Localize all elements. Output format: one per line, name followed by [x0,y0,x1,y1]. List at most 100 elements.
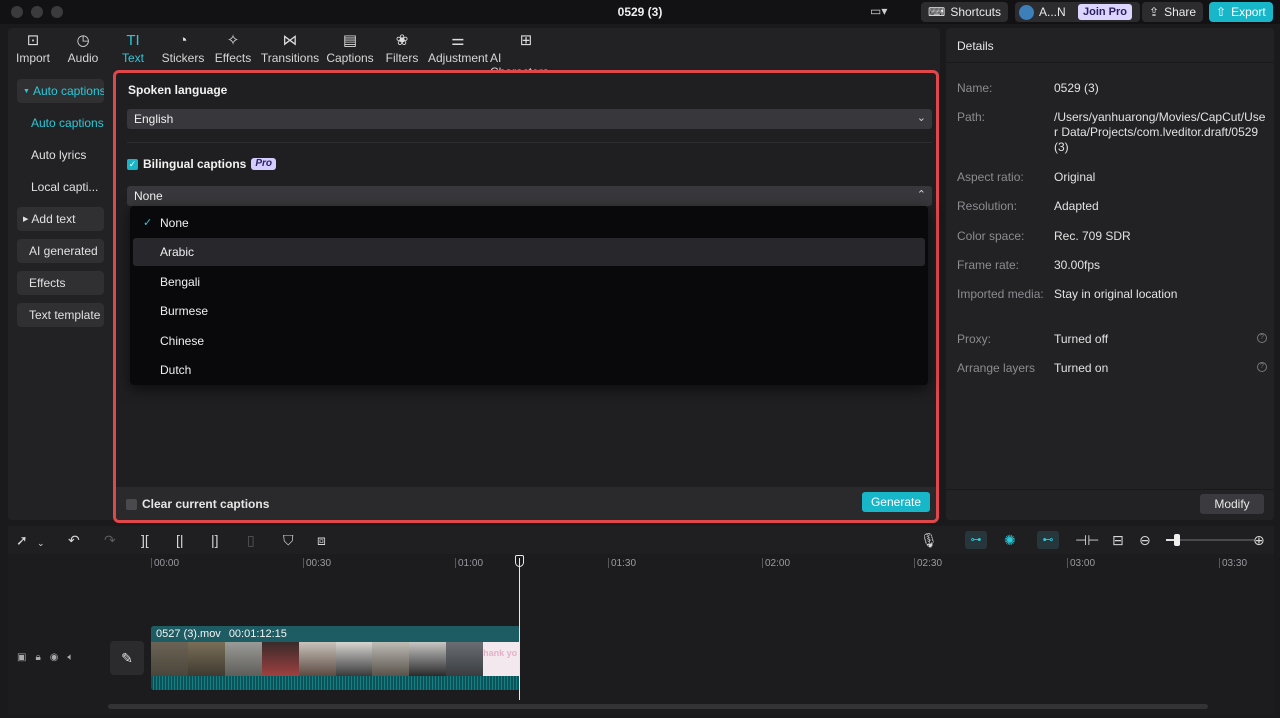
nav-add-text[interactable]: ▶ Add text [17,207,104,231]
option-bengali[interactable]: Bengali [133,268,925,296]
speaker-icon[interactable]: 🔈︎ [68,652,74,663]
captions-icon: ▤ [342,32,358,49]
zoom-slider-track[interactable] [1176,539,1254,541]
share-button[interactable]: ⇪ Share [1142,2,1204,22]
timeline[interactable]: 00:00 00:30 01:00 01:30 02:00 02:30 03:0… [8,554,1274,714]
tab-filters[interactable]: ❀ Filters [378,28,426,68]
import-icon: ⊡ [26,32,40,49]
caret-down-icon: ▼ [23,87,30,95]
ruler-label: 03:00 [1070,558,1096,569]
nav-text-template[interactable]: Text template [17,303,104,327]
tab-stickers[interactable]: ◔ Stickers [158,28,208,68]
pro-badge: Pro [251,158,277,170]
timeline-settings-icon[interactable]: ⊟ [1112,532,1124,548]
undo-icon[interactable]: ↶ [68,532,80,548]
nav-auto-captions-group[interactable]: ▼ Auto captions [17,79,104,103]
thumbnail [298,642,336,676]
thumbnail [372,642,410,676]
zoom-out-icon[interactable]: ⊖ [1139,532,1151,548]
details-panel: Details Name: 0529 (3) Path:/Users/yanhua… [946,28,1274,520]
export-button[interactable]: ⇧ Export [1209,2,1273,22]
ruler-label: 01:30 [611,558,637,569]
playhead[interactable] [519,558,520,700]
tab-ai-characters[interactable]: ⊞AI Characters [490,28,562,79]
video-clip[interactable]: 0527 (3).mov 00:01:12:15 hank yo [151,626,520,690]
cover-icon[interactable]: ▣ [17,652,26,663]
avatar [1019,4,1034,20]
join-pro-button[interactable]: Join Pro [1078,4,1133,20]
lock-icon[interactable]: 🔒︎ [35,652,40,663]
info-icon[interactable]: ? [1257,362,1267,372]
preview-axis-icon[interactable]: ⊣⊢ [1075,532,1099,548]
nav-ai-generated[interactable]: AI generated [17,239,104,263]
clip-audio-waveform [151,676,520,690]
bilingual-checkbox[interactable]: ✓ [127,158,138,170]
keyboard-icon: ⌨ [928,5,946,19]
select-tool-icon[interactable]: ➚ [16,532,28,548]
divider [946,489,1274,490]
spoken-language-select[interactable]: English ⌄ [127,109,932,129]
timeline-scrollbar[interactable] [108,704,1208,709]
transitions-icon: ⋈ [282,32,298,49]
edit-cover-button[interactable]: ✎ [110,641,144,675]
divider [127,142,932,143]
redo-icon[interactable]: ↷ [104,532,116,548]
tab-import[interactable]: ⊡ Import [8,28,58,68]
nav-effects[interactable]: Effects [17,271,104,295]
thumbnail [224,642,262,676]
export-icon: ⇧ [1216,5,1227,19]
shortcuts-button[interactable]: ⌨ Shortcuts [921,2,1009,22]
bilingual-captions-toggle[interactable]: ✓ Bilingual captions Pro [127,157,277,171]
modify-button[interactable]: Modify [1200,494,1264,514]
bilingual-language-select[interactable]: None ⌃ [127,186,932,206]
ruler-label: 00:30 [306,558,332,569]
delete-right-icon[interactable]: |] [211,532,219,548]
main-track-magnet-icon[interactable]: ⊶ [965,531,987,549]
info-icon[interactable]: ? [1257,333,1267,343]
pencil-icon: ✎ [121,650,133,666]
generate-button[interactable]: Generate [862,492,930,512]
thumbnail-thank-you: hank yo [483,642,520,676]
clear-captions-checkbox[interactable] [126,498,137,510]
tab-effects[interactable]: ✧ Effects [208,28,258,68]
option-chinese[interactable]: Chinese [133,327,925,355]
option-dutch[interactable]: Dutch [133,356,925,384]
layout-icon[interactable]: ▭▾ [870,4,896,20]
marker-icon[interactable]: ⛉ [283,532,294,548]
option-arabic[interactable]: Arabic [133,238,925,267]
zoom-in-icon[interactable]: ⊕ [1253,532,1265,548]
clear-captions-toggle[interactable]: Clear current captions [126,497,269,511]
thumbnail [261,642,299,676]
effects-icon: ✧ [226,32,240,49]
check-icon: ✓ [143,217,153,229]
tab-transitions[interactable]: ⋈ Transitions [258,28,322,68]
nav-local-captions[interactable]: Local capti... [17,175,104,199]
thumbnail [151,642,188,676]
eye-icon[interactable]: ◉ [50,652,59,663]
text-icon: TI [126,32,140,49]
share-icon: ⇪ [1149,5,1160,19]
delete-icon[interactable]: ▯ [247,532,255,548]
tab-audio[interactable]: ◷ Audio [58,28,108,68]
zoom-slider-handle[interactable] [1174,534,1180,546]
auto-reframe-icon[interactable]: ⧈ [317,532,326,548]
divider [946,62,1274,63]
tab-adjustment[interactable]: ⚌ Adjustment [426,28,490,68]
bilingual-language-dropdown: ✓ None Arabic Bengali Burmese Chinese Dut… [130,206,928,385]
tab-text[interactable]: TI Text [108,28,158,68]
option-none[interactable]: ✓ None [133,209,925,237]
ai-characters-icon: ⊞ [519,32,533,49]
nav-auto-lyrics[interactable]: Auto lyrics [17,143,104,167]
chevron-down-icon[interactable]: ⌄ [37,535,45,551]
timeline-toolbar: ➚ ⌄ ↶ ↷ ][ [| |] ▯ ⛉ ⧈ 🎙︎ ⊶ ✺ ⊷ ⊣⊢ ⊟ ⊖ ⊕ [8,526,1274,554]
linkage-icon[interactable]: ⊷ [1037,531,1059,549]
delete-left-icon[interactable]: [| [176,532,184,548]
option-burmese[interactable]: Burmese [133,297,925,325]
microphone-icon[interactable]: 🎙︎ [920,532,938,548]
auto-snapping-icon[interactable]: ✺ [1004,532,1016,548]
thumbnail [446,642,484,676]
split-icon[interactable]: ][ [141,532,149,548]
tab-captions[interactable]: ▤ Captions [322,28,378,68]
chevron-down-icon: ⌄ [916,112,926,124]
nav-auto-captions[interactable]: Auto captions [17,111,104,135]
